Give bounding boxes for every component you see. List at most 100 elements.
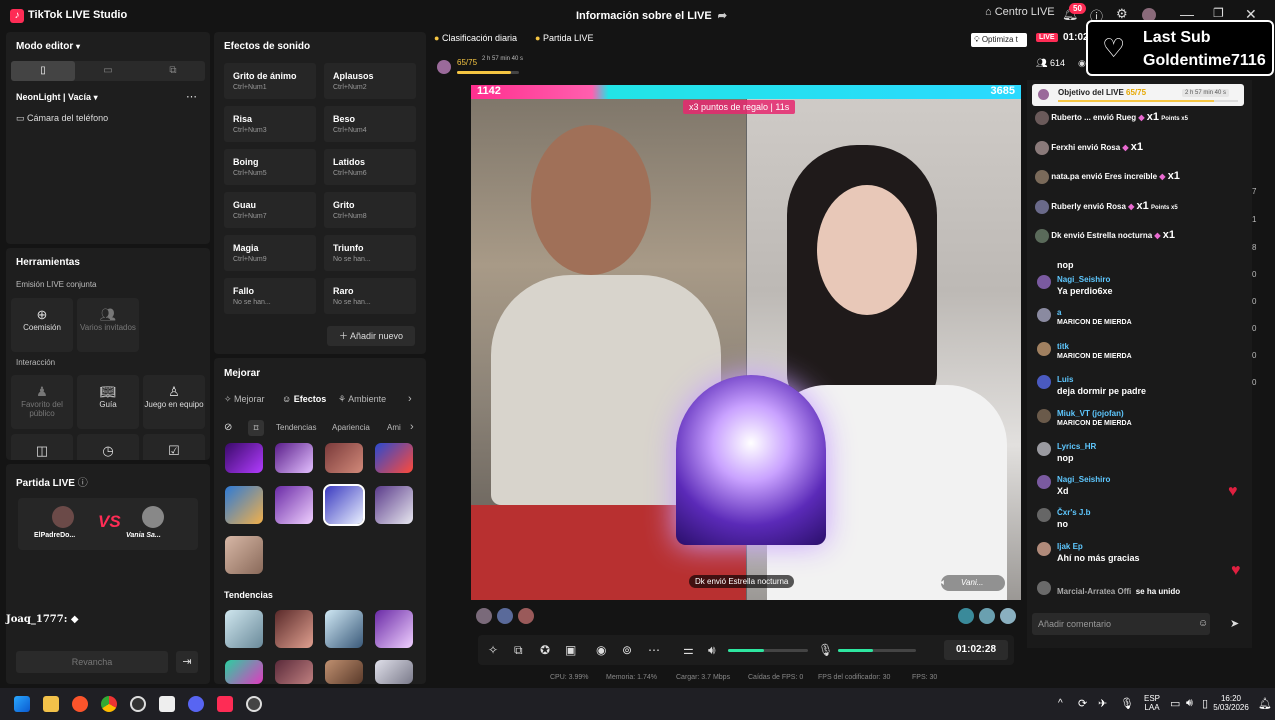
effect-thumb-selected[interactable] — [323, 484, 365, 526]
effect-thumb[interactable] — [375, 486, 413, 524]
chat-username[interactable]: Miuk_VT (jojofan) — [1057, 409, 1247, 418]
sfx-item[interactable]: Magia Ctrl+Num9 — [224, 235, 316, 271]
magic-wand-icon[interactable]: ✧ — [488, 643, 498, 657]
volume-icon[interactable]: 🔊︎ — [708, 643, 716, 658]
tab-efectos[interactable]: ☺ Efectos — [282, 394, 326, 404]
bookmark-icon[interactable]: ⌑ — [248, 420, 264, 436]
comment-input[interactable]: Añadir comentario ☺ — [1032, 613, 1210, 635]
chat-username[interactable]: a — [1057, 308, 1247, 317]
clasificacion-chip[interactable]: ● Clasificación diaria — [434, 33, 517, 47]
orientation-toggle[interactable]: ▯ ▭ ⧉ — [11, 61, 205, 81]
tiktok-icon[interactable] — [217, 696, 233, 712]
participant-avatar[interactable] — [979, 608, 995, 624]
maximize-icon[interactable]: ❐ — [1213, 6, 1224, 20]
coemision-button[interactable]: ⊕ Coemisión — [11, 298, 73, 352]
chevron-right-icon[interactable]: › — [410, 421, 414, 433]
trend-thumb[interactable] — [375, 610, 413, 648]
exit-icon[interactable]: ⇥ — [176, 651, 198, 673]
no-effect-icon[interactable]: ⊘ — [224, 422, 232, 433]
chat-username[interactable]: Nagi_Seishiro — [1057, 475, 1247, 484]
windows-start-icon[interactable] — [14, 696, 30, 712]
sfx-item[interactable]: Boing Ctrl+Num5 — [224, 149, 316, 185]
scene-selector[interactable]: NeonLight | Vacía ▾ — [16, 92, 98, 102]
juego-equipo-button[interactable]: ♙ Juego en equipo — [143, 375, 205, 429]
screen-icon[interactable]: ▣ — [565, 643, 576, 657]
participant-avatar[interactable] — [476, 608, 492, 624]
chat-username[interactable]: Čxr's J.b — [1057, 508, 1247, 517]
network-icon[interactable]: ▭ — [1170, 697, 1180, 710]
sfx-item[interactable]: Beso Ctrl+Num4 — [324, 106, 416, 142]
chat-username[interactable]: Ijak Ep — [1057, 542, 1247, 551]
live-info-title[interactable]: Información sobre el LIVE ➦ — [576, 9, 727, 22]
optimize-banner[interactable]: 💡︎ Optimiza t — [971, 33, 1027, 47]
effect-thumb[interactable] — [275, 443, 313, 473]
effect-thumb[interactable] — [225, 486, 263, 524]
viewer-count[interactable]: 👥︎ 614 — [1036, 58, 1065, 69]
dual-option[interactable]: ⧉ — [141, 61, 205, 81]
discord-icon[interactable] — [188, 696, 204, 712]
chrome-icon[interactable] — [101, 696, 117, 712]
chat-username[interactable]: titk — [1057, 342, 1247, 351]
more-icon[interactable]: ⋯ — [186, 90, 197, 103]
subtab-amigos[interactable]: Ami — [387, 423, 401, 432]
language-indicator[interactable]: ESP LAA — [1144, 694, 1160, 712]
effect-thumb[interactable] — [225, 536, 263, 574]
tray-app-icon[interactable]: ✈ — [1098, 697, 1107, 710]
partida-chip[interactable]: ● Partida LIVE — [535, 33, 593, 47]
live-preview[interactable]: 1142 3685 x3 puntos de regalo | 11s Dk e… — [471, 85, 1021, 600]
sfx-item[interactable]: Raro No se han... — [324, 278, 416, 314]
centro-live-button[interactable]: ⌂ Centro LIVE — [985, 6, 1055, 18]
mic-icon[interactable]: 🎙︎ — [1120, 697, 1134, 710]
sfx-item[interactable]: Fallo No se han... — [224, 278, 316, 314]
store-icon[interactable] — [159, 696, 175, 712]
sfx-item[interactable]: Grito Ctrl+Num8 — [324, 192, 416, 228]
effect-thumb[interactable] — [225, 443, 263, 473]
media-player-icon[interactable] — [246, 696, 262, 712]
tab-mejorar[interactable]: ✧ Mejorar — [224, 394, 265, 405]
speaker-icon[interactable]: 🔈︎ — [941, 577, 946, 588]
send-icon[interactable]: ➤ — [1230, 617, 1239, 630]
trend-thumb[interactable] — [275, 660, 313, 684]
openai-icon[interactable] — [130, 696, 146, 712]
mic-slider[interactable] — [838, 649, 916, 652]
capture-icon[interactable]: ⊚ — [622, 643, 632, 657]
chat-username[interactable]: Luis — [1057, 375, 1247, 384]
participant-avatar[interactable] — [958, 608, 974, 624]
clock[interactable]: 16:20 5/03/2026 — [1210, 694, 1252, 712]
tray-chevron-icon[interactable]: ^ — [1058, 698, 1063, 709]
sfx-item[interactable]: Grito de ánimo Ctrl+Num1 — [224, 63, 316, 99]
sfx-item[interactable]: Latidos Ctrl+Num6 — [324, 149, 416, 185]
chevron-right-icon[interactable]: › — [408, 393, 412, 405]
sfx-item[interactable]: Risa Ctrl+Num3 — [224, 106, 316, 142]
modo-editor-title[interactable]: Modo editor ▾ — [16, 41, 80, 52]
volume-icon[interactable]: 🔊︎ — [1186, 697, 1193, 710]
tool-item-9[interactable]: ☑ — [143, 434, 205, 460]
source-camera[interactable]: ▭ Cámara del teléfono — [16, 113, 108, 124]
favorito-button[interactable]: ♟ Favorito del público — [11, 375, 73, 429]
revancha-button[interactable]: Revancha — [16, 651, 168, 673]
landscape-option[interactable]: ▭ — [76, 61, 140, 81]
brave-icon[interactable] — [72, 696, 88, 712]
emoji-icon[interactable]: ☺ — [1198, 613, 1208, 635]
sfx-item[interactable]: Guau Ctrl+Num7 — [224, 192, 316, 228]
effect-thumb[interactable] — [325, 443, 363, 473]
effects-icon[interactable]: ✪ — [540, 643, 550, 657]
more-icon[interactable]: ⋯ — [648, 643, 660, 657]
participant-avatar[interactable] — [497, 608, 513, 624]
eye-icon[interactable]: ◉ — [1078, 58, 1086, 69]
portrait-option[interactable]: ▯ — [11, 61, 75, 81]
sfx-item[interactable]: Triunfo No se han... — [324, 235, 416, 271]
subtab-apariencia[interactable]: Apariencia — [332, 423, 370, 432]
battery-icon[interactable]: ▯ — [1202, 697, 1208, 710]
mic-icon[interactable]: 🎙︎ — [818, 643, 833, 657]
tray-app-icon[interactable]: ⟳ — [1078, 697, 1087, 710]
effect-thumb[interactable] — [275, 486, 313, 524]
notifications-icon[interactable]: 🔔︎ — [1258, 697, 1272, 710]
share-icon[interactable]: ➦ — [718, 10, 727, 22]
trend-thumb[interactable] — [225, 610, 263, 648]
trend-thumb[interactable] — [225, 660, 263, 684]
participant-avatar[interactable] — [518, 608, 534, 624]
subtab-tendencias[interactable]: Tendencias — [276, 423, 316, 432]
add-sfx-button[interactable]: ＋ Añadir nuevo — [327, 326, 415, 346]
volume-slider[interactable] — [728, 649, 808, 652]
